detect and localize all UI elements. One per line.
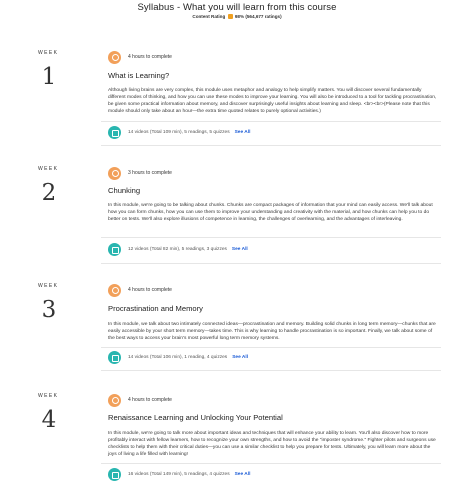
- clock-icon: [108, 50, 121, 64]
- module-meta-row: 14 videos (Total 109 min), 5 readings, 5…: [108, 126, 250, 139]
- week-number: 3: [41, 297, 57, 323]
- see-all-link[interactable]: See All: [235, 472, 251, 477]
- week-label: WEEK: [38, 393, 59, 399]
- module-title: What is Learning?: [108, 71, 170, 80]
- card-bottom-border: [101, 263, 441, 264]
- week-label: WEEK: [38, 166, 59, 172]
- module-title: Renaissance Learning and Unlocking Your …: [108, 413, 283, 422]
- video-icon: [108, 468, 121, 481]
- module-description: In this module, we talk about two intima…: [108, 322, 436, 341]
- module-meta: 14 videos (Total 109 min), 5 readings, 5…: [128, 130, 230, 135]
- rating-percent: 98%: [234, 14, 245, 19]
- see-all-link[interactable]: See All: [235, 130, 251, 135]
- duration-row: 4 hours to complete: [108, 50, 172, 64]
- module-card: 4 hours to complete What is Learning? Al…: [101, 50, 441, 146]
- see-all-link[interactable]: See All: [232, 355, 248, 360]
- module-meta-row: 12 videos (Total 82 min), 5 readings, 3 …: [108, 243, 248, 256]
- module-card: 4 hours to complete Renaissance Learning…: [101, 393, 441, 481]
- module-description: In this module, we're going to talk more…: [108, 431, 436, 457]
- rating-count: (564,677 ratings): [245, 14, 282, 19]
- duration-text: 3 hours to complete: [128, 170, 172, 176]
- week-number: 4: [41, 407, 57, 433]
- module-description: In this module, we're going to be talkin…: [108, 203, 433, 222]
- duration-row: 4 hours to complete: [108, 283, 172, 297]
- duration-row: 3 hours to complete: [108, 166, 172, 180]
- thumbs-up-icon: [227, 14, 233, 19]
- duration-text: 4 hours to complete: [128, 287, 172, 293]
- module-meta-row: 14 videos (Total 106 min), 1 reading, 4 …: [108, 351, 248, 364]
- clock-icon: [108, 166, 121, 180]
- video-icon: [108, 351, 121, 364]
- divider: [101, 121, 441, 122]
- card-bottom-border: [101, 145, 441, 146]
- clock-icon: [108, 393, 121, 407]
- module-meta: 16 videos (Total 149 min), 5 readings, 4…: [128, 472, 230, 477]
- week-number: 2: [41, 180, 57, 206]
- module-title: Chunking: [108, 186, 141, 195]
- content-rating: Content Rating 98% (564,677 ratings): [0, 14, 474, 19]
- module-meta-row: 16 videos (Total 149 min), 5 readings, 4…: [108, 468, 250, 481]
- module-title: Procrastination and Memory: [108, 304, 203, 313]
- rating-label: Content Rating: [192, 14, 226, 19]
- video-icon: [108, 243, 121, 256]
- week-label: WEEK: [38, 50, 59, 56]
- divider: [101, 237, 441, 238]
- page-title: Syllabus - What you will learn from this…: [137, 2, 337, 13]
- week-number: 1: [41, 64, 57, 90]
- duration-text: 4 hours to complete: [128, 397, 172, 403]
- syllabus-header: Syllabus - What you will learn from this…: [0, 0, 474, 19]
- module-description: Although living brains are very complex,…: [108, 88, 437, 114]
- module-card: 4 hours to complete Procrastination and …: [101, 283, 441, 371]
- divider: [101, 463, 441, 464]
- duration-row: 4 hours to complete: [108, 393, 172, 407]
- module-meta: 14 videos (Total 106 min), 1 reading, 4 …: [128, 355, 228, 360]
- video-icon: [108, 126, 121, 139]
- duration-text: 4 hours to complete: [128, 54, 172, 60]
- clock-icon: [108, 283, 121, 297]
- card-bottom-border: [101, 370, 441, 371]
- see-all-link[interactable]: See All: [232, 247, 248, 252]
- module-meta: 12 videos (Total 82 min), 5 readings, 3 …: [128, 247, 227, 252]
- week-label: WEEK: [38, 283, 59, 289]
- divider: [101, 347, 441, 348]
- module-card: 3 hours to complete Chunking In this mod…: [101, 166, 441, 264]
